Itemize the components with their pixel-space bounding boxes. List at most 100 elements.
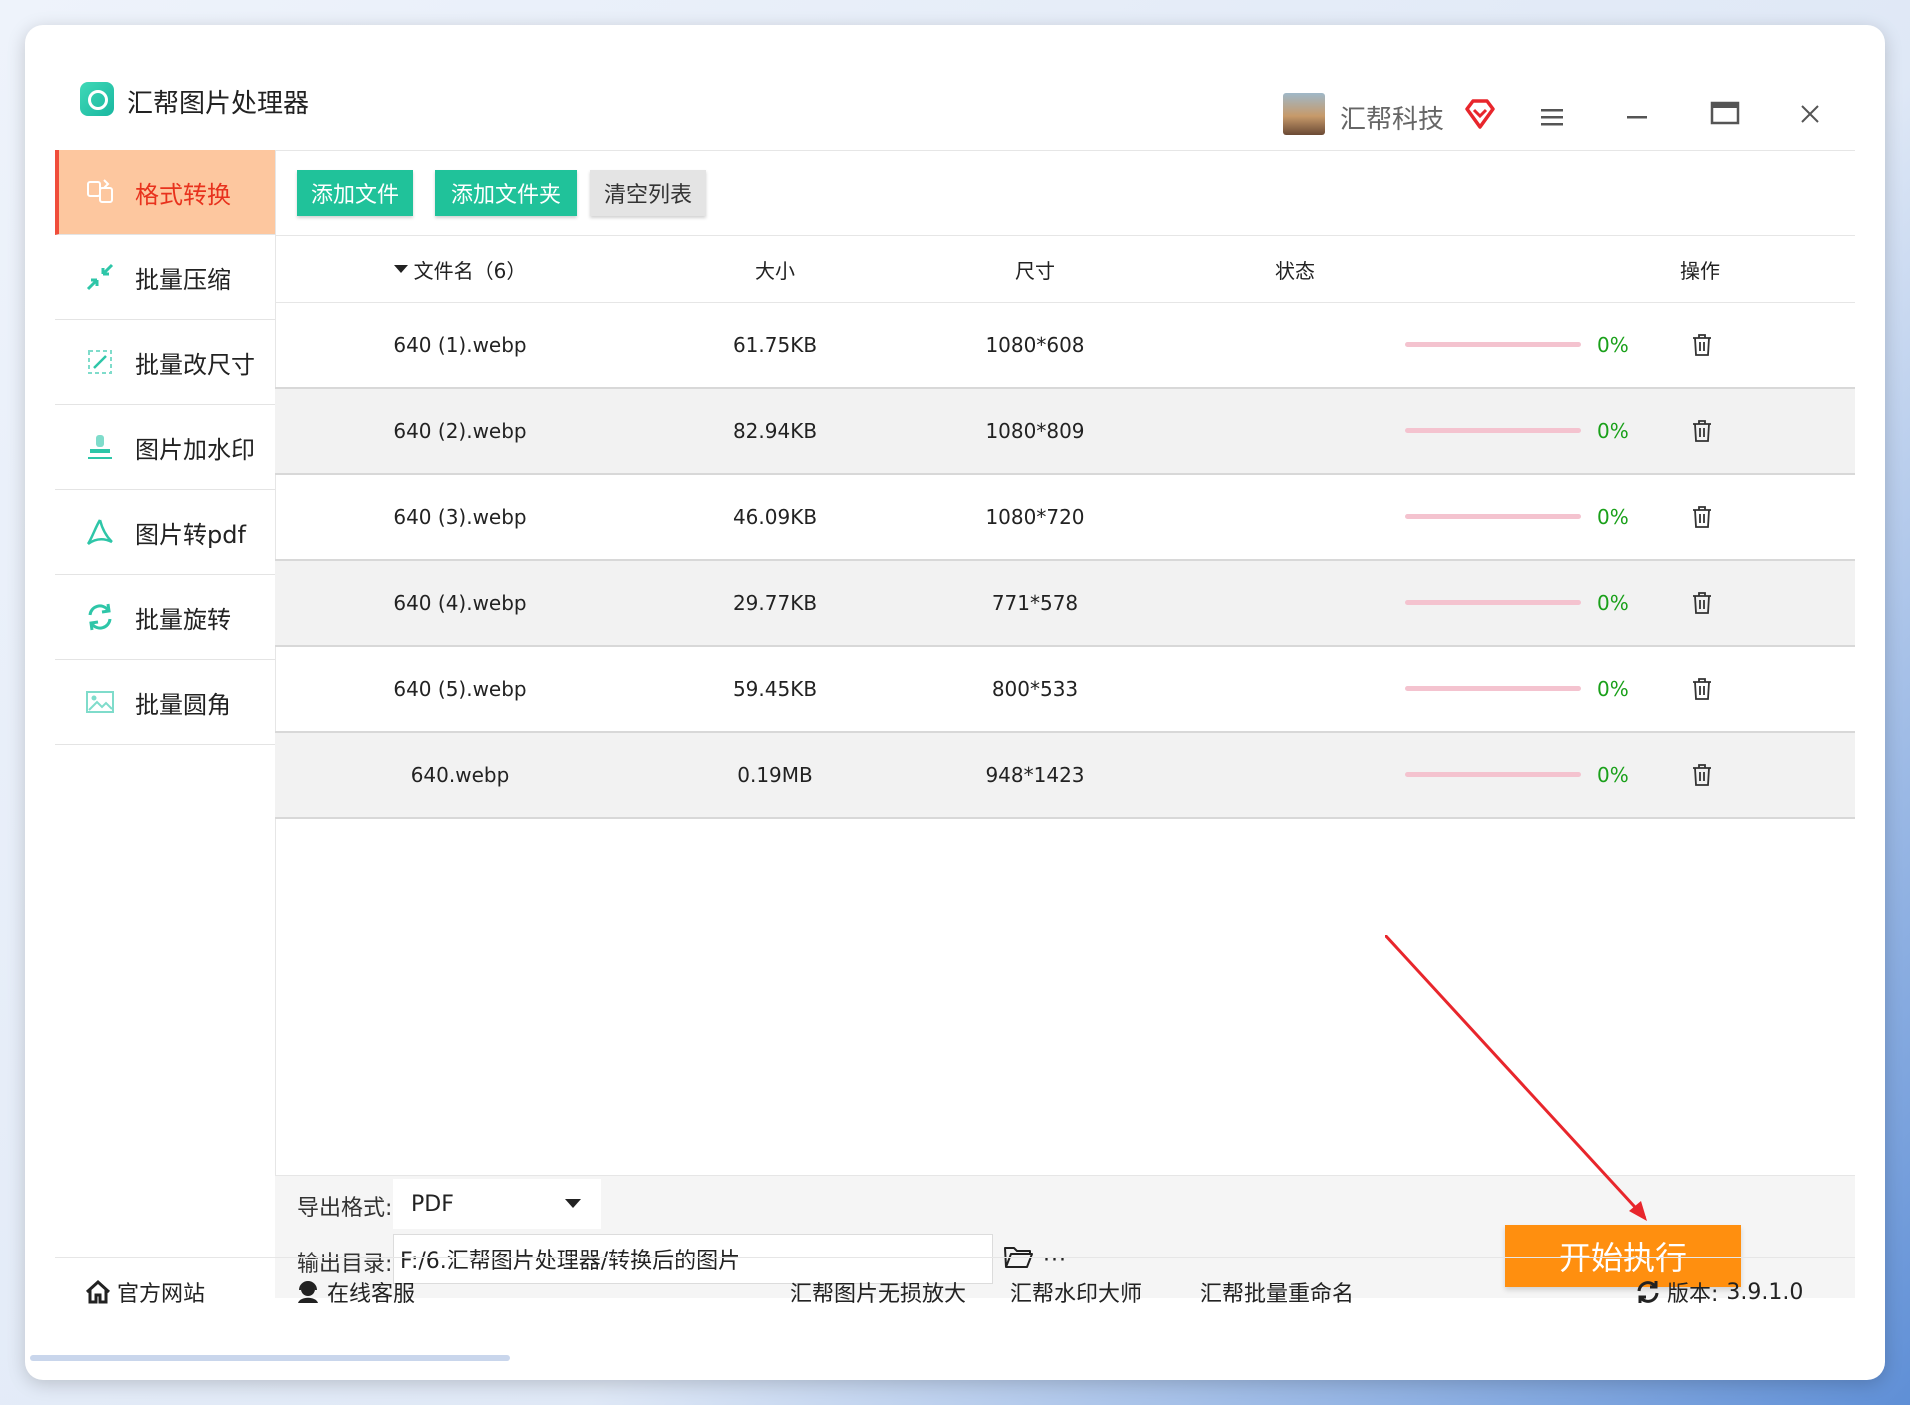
rotate-icon xyxy=(83,600,117,634)
version-info[interactable]: 版本: 3.9.1.0 xyxy=(1635,1258,1803,1326)
horizontal-scrollbar[interactable] xyxy=(30,1355,510,1361)
close-icon[interactable] xyxy=(1799,103,1821,125)
cell-dimensions: 800*533 xyxy=(991,677,1079,701)
window-content: 汇帮图片处理器 汇帮科技 格式转换 批量压缩 批量改尺寸 图片加水印 图片转pd… xyxy=(55,55,1855,1350)
sidebar-item-label: 格式转换 xyxy=(135,180,231,209)
progress-bar xyxy=(1405,428,1581,433)
cell-dimensions: 1080*720 xyxy=(985,505,1085,529)
sidebar-item-batch-rotate[interactable]: 批量旋转 xyxy=(55,575,275,660)
cell-size: 0.19MB xyxy=(737,763,813,787)
format-select[interactable]: PDF xyxy=(393,1179,601,1229)
toolbar: 添加文件 添加文件夹 清空列表 xyxy=(275,150,1855,236)
add-file-button[interactable]: 添加文件 xyxy=(297,170,413,216)
user-avatar[interactable] xyxy=(1283,93,1325,135)
app-title: 汇帮图片处理器 xyxy=(127,89,310,119)
progress-bar xyxy=(1405,600,1581,605)
cell-size: 61.75KB xyxy=(732,333,818,357)
progress-percent: 0% xyxy=(1597,677,1629,701)
sidebar-item-label: 批量旋转 xyxy=(135,605,231,634)
compress-icon xyxy=(83,260,117,294)
progress-bar xyxy=(1405,772,1581,777)
file-list: 640 (1).webp 61.75KB 1080*608 0% 640 (2)… xyxy=(275,303,1855,819)
format-value: PDF xyxy=(411,1191,454,1217)
official-website-label: 官方网站 xyxy=(117,1282,206,1307)
version-label: 版本: xyxy=(1667,1282,1719,1307)
table-row[interactable]: 640 (1).webp 61.75KB 1080*608 0% xyxy=(275,303,1855,389)
progress-percent: 0% xyxy=(1597,333,1629,357)
trash-icon[interactable] xyxy=(1690,591,1714,615)
pdf-icon xyxy=(83,515,117,549)
progress-bar xyxy=(1405,686,1581,691)
trash-icon[interactable] xyxy=(1690,419,1714,443)
sidebar-item-label: 图片转pdf xyxy=(135,520,246,549)
progress-bar xyxy=(1405,342,1581,347)
cell-size: 59.45KB xyxy=(732,677,818,701)
sidebar-item-rounded-corner[interactable]: 批量圆角 xyxy=(55,660,275,745)
trash-icon[interactable] xyxy=(1690,333,1714,357)
cell-size: 46.09KB xyxy=(732,505,818,529)
sidebar: 格式转换 批量压缩 批量改尺寸 图片加水印 图片转pdf 批量旋转 批量圆角 xyxy=(55,150,276,1257)
online-support-link[interactable]: 在线客服 xyxy=(295,1258,415,1326)
cell-dimensions: 1080*809 xyxy=(985,419,1085,443)
header-filename-label: 文件名（6） xyxy=(413,258,527,283)
title-bar: 汇帮图片处理器 汇帮科技 xyxy=(55,55,1855,151)
cell-dimensions: 1080*608 xyxy=(985,333,1085,357)
trash-icon[interactable] xyxy=(1690,763,1714,787)
cell-filename: 640.webp xyxy=(410,763,510,787)
progress-bar xyxy=(1405,514,1581,519)
sidebar-item-watermark[interactable]: 图片加水印 xyxy=(55,405,275,490)
sidebar-item-image-to-pdf[interactable]: 图片转pdf xyxy=(55,490,275,575)
add-folder-button[interactable]: 添加文件夹 xyxy=(435,170,577,216)
progress-percent: 0% xyxy=(1597,505,1629,529)
footer-link-batch-rename[interactable]: 汇帮批量重命名 xyxy=(1200,1258,1354,1326)
vip-diamond-icon[interactable] xyxy=(1463,97,1497,131)
table-header: 文件名（6） 大小 尺寸 状态 操作 xyxy=(275,236,1855,303)
maximize-icon[interactable] xyxy=(1710,100,1740,126)
header-filename[interactable]: 文件名（6） xyxy=(275,236,645,302)
trash-icon[interactable] xyxy=(1690,505,1714,529)
table-row[interactable]: 640 (2).webp 82.94KB 1080*809 0% xyxy=(275,389,1855,475)
chevron-down-icon xyxy=(565,1199,581,1208)
table-row[interactable]: 640 (4).webp 29.77KB 771*578 0% xyxy=(275,561,1855,647)
sidebar-item-label: 图片加水印 xyxy=(135,435,255,464)
header-dimensions: 尺寸 xyxy=(1015,258,1055,283)
menu-icon[interactable] xyxy=(1540,107,1564,127)
user-name[interactable]: 汇帮科技 xyxy=(1340,99,1444,136)
official-website-link[interactable]: 官方网站 xyxy=(85,1258,205,1326)
trash-icon[interactable] xyxy=(1690,677,1714,701)
progress-percent: 0% xyxy=(1597,419,1629,443)
table-row[interactable]: 640.webp 0.19MB 948*1423 0% xyxy=(275,733,1855,819)
footer: 官方网站 在线客服 汇帮图片无损放大 汇帮水印大师 汇帮批量重命名 版本: 3.… xyxy=(55,1257,1855,1326)
footer-link-upscale[interactable]: 汇帮图片无损放大 xyxy=(790,1258,966,1326)
home-icon xyxy=(85,1279,111,1304)
sidebar-item-format-convert[interactable]: 格式转换 xyxy=(55,150,275,235)
refresh-icon xyxy=(1637,1281,1659,1303)
resize-icon xyxy=(83,345,117,379)
header-actions: 操作 xyxy=(1680,258,1720,283)
table-row[interactable]: 640 (5).webp 59.45KB 800*533 0% xyxy=(275,647,1855,733)
clear-list-button[interactable]: 清空列表 xyxy=(590,170,706,216)
cell-filename: 640 (1).webp xyxy=(393,333,527,357)
table-row[interactable]: 640 (3).webp 46.09KB 1080*720 0% xyxy=(275,475,1855,561)
rounded-corner-icon xyxy=(83,685,117,719)
cell-size: 82.94KB xyxy=(732,419,818,443)
progress-percent: 0% xyxy=(1597,591,1629,615)
sidebar-item-batch-resize[interactable]: 批量改尺寸 xyxy=(55,320,275,405)
sidebar-item-label: 批量压缩 xyxy=(135,265,231,294)
app-window: 汇帮图片处理器 汇帮科技 格式转换 批量压缩 批量改尺寸 图片加水印 图片转pd… xyxy=(25,25,1885,1380)
version-number: 3.9.1.0 xyxy=(1726,1279,1804,1305)
support-icon xyxy=(298,1281,318,1303)
header-status: 状态 xyxy=(1275,258,1315,283)
cell-filename: 640 (3).webp xyxy=(393,505,527,529)
sidebar-item-batch-compress[interactable]: 批量压缩 xyxy=(55,235,275,320)
minimize-icon[interactable] xyxy=(1625,107,1649,127)
convert-icon xyxy=(83,175,117,209)
cell-filename: 640 (4).webp xyxy=(393,591,527,615)
progress-percent: 0% xyxy=(1597,763,1629,787)
footer-link-watermark-master[interactable]: 汇帮水印大师 xyxy=(1010,1258,1142,1326)
format-label: 导出格式: xyxy=(297,1196,393,1221)
sidebar-item-label: 批量改尺寸 xyxy=(135,350,255,379)
cell-dimensions: 948*1423 xyxy=(985,763,1085,787)
app-logo-icon xyxy=(80,82,114,116)
sort-down-icon xyxy=(393,265,408,273)
